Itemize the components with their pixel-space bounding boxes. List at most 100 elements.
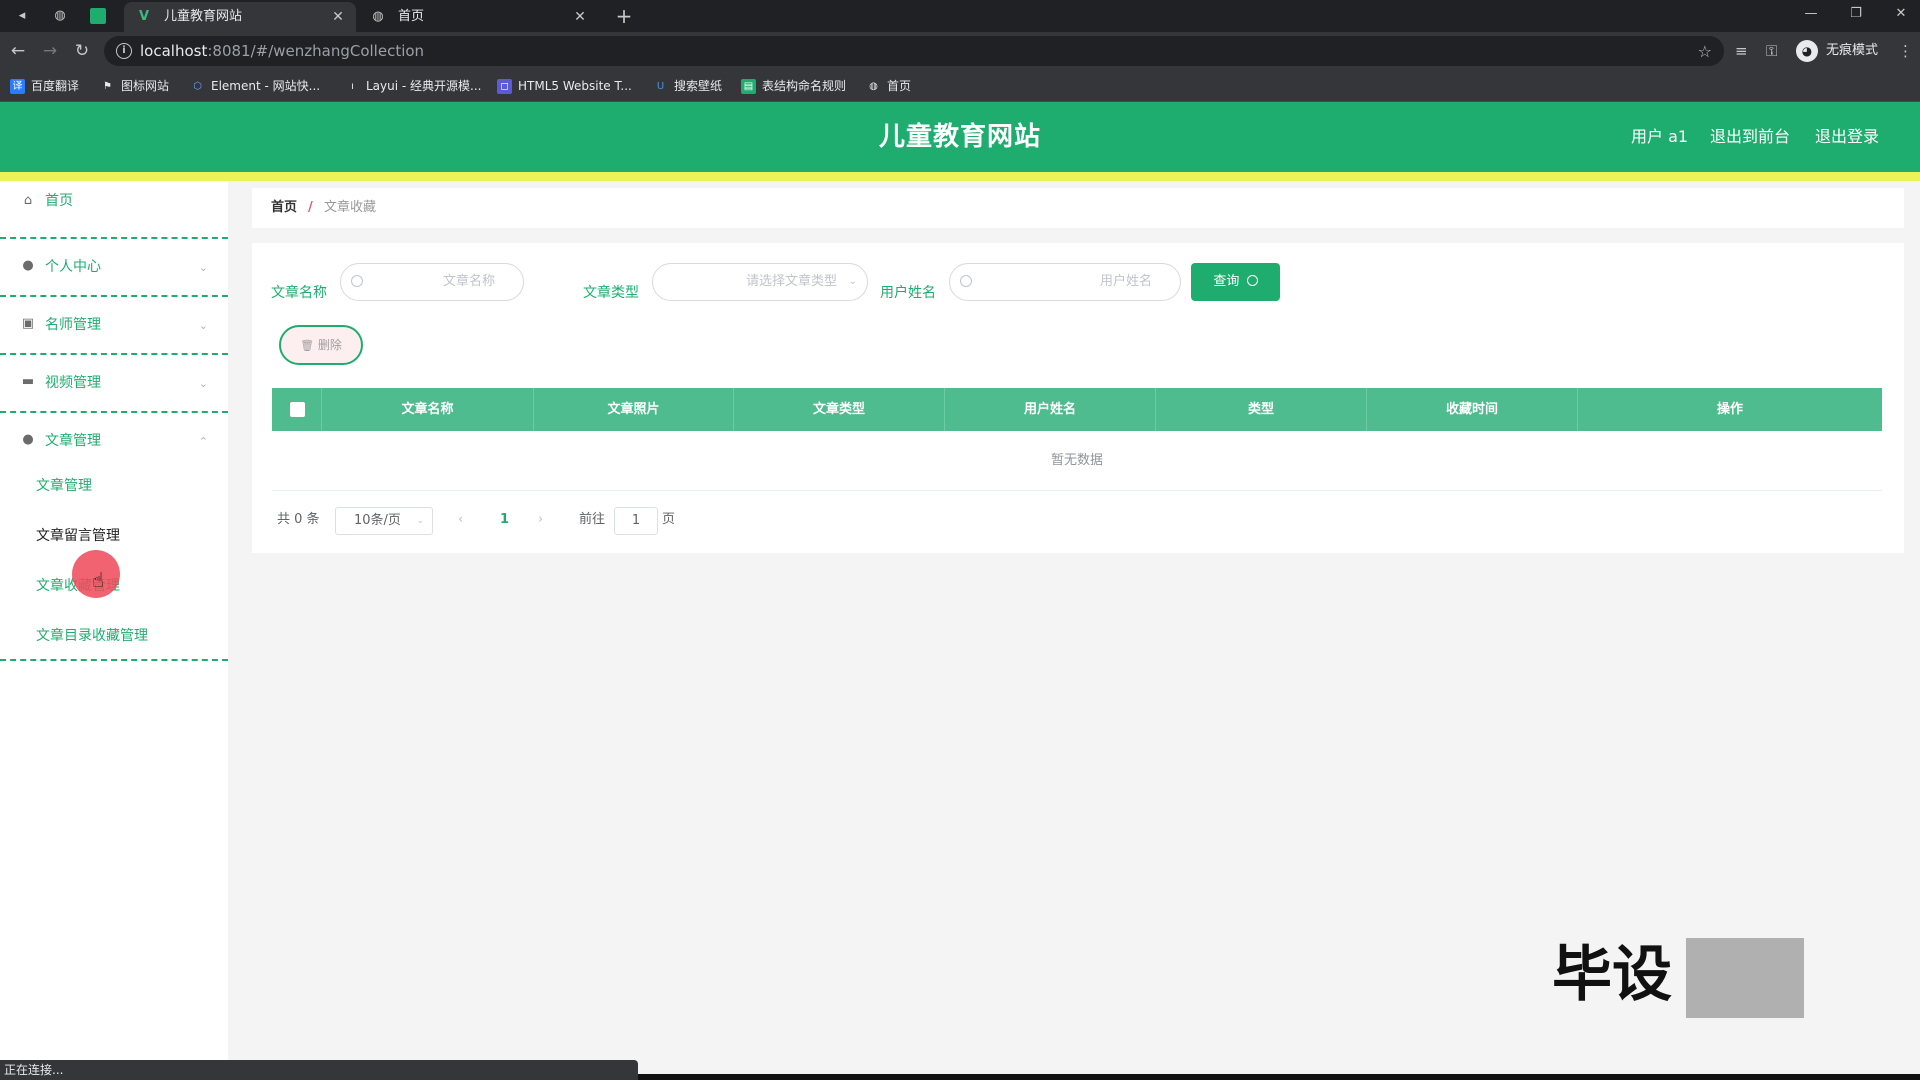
forward-icon[interactable]: → <box>40 41 60 61</box>
bookmark-item[interactable]: ⬡ Element - 网站快... <box>190 70 320 102</box>
person-icon: ● <box>22 432 34 447</box>
window-close-icon[interactable]: ✕ <box>1886 4 1916 24</box>
tab-title: 首页 <box>398 9 425 24</box>
column-header[interactable]: 类型 <box>1156 388 1367 431</box>
info-icon[interactable]: i <box>116 43 132 59</box>
sidebar-item-personal-center[interactable]: ● 个人中心 ⌄ <box>0 239 228 297</box>
article-type-label: 文章类型 <box>583 285 639 301</box>
element-icon: ⬡ <box>193 81 202 92</box>
url-text: localhost:8081/#/wenzhangCollection <box>140 42 425 60</box>
app-header: 儿童教育网站 用户 a1 退出到前台 退出登录 <box>0 102 1920 172</box>
table-header: 文章名称 文章照片 文章类型 用户姓名 类型 收藏时间 操作 <box>272 388 1882 431</box>
globe-icon: ◍ <box>372 9 384 24</box>
column-header[interactable]: 文章名称 <box>322 388 534 431</box>
table-empty-text: 暂无数据 <box>272 431 1882 491</box>
flag-icon: ⚑ <box>103 81 112 92</box>
article-type-select[interactable]: 请选择文章类型 ⌄ <box>652 263 868 301</box>
article-name-label: 文章名称 <box>271 285 327 301</box>
logout-link[interactable]: 退出登录 <box>1815 102 1879 172</box>
browser-address-bar: ← → ↻ i localhost:8081/#/wenzhangCollect… <box>0 32 1920 70</box>
html5-icon: ◻ <box>497 79 512 94</box>
bookmark-item[interactable]: U 搜索壁纸 <box>653 70 722 102</box>
reading-list-icon[interactable]: ≡ <box>1735 41 1748 61</box>
sidebar-item-article-management[interactable]: ● 文章管理 ⌃ <box>0 413 228 471</box>
bookmark-item[interactable]: ⚑ 图标网站 <box>100 70 169 102</box>
speaker-icon[interactable]: ◂ <box>14 8 30 24</box>
sidebar-subitem-article-management[interactable]: 文章管理 <box>36 475 92 495</box>
query-button[interactable]: 查询 <box>1191 263 1280 301</box>
monitor-icon: ▬ <box>21 374 35 389</box>
vue-icon: V <box>138 9 150 24</box>
search-icon <box>960 275 972 287</box>
new-tab-button[interactable]: + <box>612 4 636 28</box>
kebab-menu-icon[interactable]: ⋮ <box>1898 41 1913 61</box>
sidebar-item-home[interactable]: ⌂ 首页 <box>0 181 228 239</box>
chevron-down-icon: ⌄ <box>198 377 208 390</box>
bookmark-item[interactable]: ◍ 首页 <box>866 70 911 102</box>
chevron-up-icon: ⌃ <box>198 435 208 448</box>
column-header[interactable]: 文章照片 <box>534 388 734 431</box>
page-suffix: 页 <box>662 512 676 527</box>
bookmark-item[interactable]: ◻ HTML5 Website T... <box>497 70 632 102</box>
search-icon <box>1246 275 1258 286</box>
sidebar-item-video-management[interactable]: ▬ 视频管理 ⌄ <box>0 355 228 413</box>
translate-icon: 译 <box>10 79 25 94</box>
back-icon[interactable]: ← <box>8 41 28 61</box>
wallpaper-icon: U <box>656 81 665 92</box>
column-header[interactable]: 用户姓名 <box>945 388 1156 431</box>
delete-button[interactable]: 🗑 删除 <box>279 325 363 365</box>
browser-status-bar: 正在连接... <box>0 1060 638 1080</box>
watermark-text: 毕设 <box>1552 940 1672 1010</box>
column-header[interactable]: 文章类型 <box>734 388 945 431</box>
next-page-icon[interactable]: › <box>538 505 543 535</box>
tab-title: 儿童教育网站 <box>164 9 243 24</box>
tab-close-icon[interactable]: ✕ <box>572 2 588 32</box>
exit-to-front-link[interactable]: 退出到前台 <box>1710 102 1790 172</box>
bookmark-item[interactable]: ı Layui - 经典开源模... <box>345 70 481 102</box>
minimize-icon[interactable]: — <box>1796 4 1826 24</box>
goto-page-input[interactable]: 1 <box>614 507 658 535</box>
breadcrumb: 首页 / 文章收藏 <box>252 188 1904 228</box>
bookmark-star-icon[interactable]: ☆ <box>1698 42 1712 61</box>
column-header[interactable]: 收藏时间 <box>1367 388 1578 431</box>
sidebar-item-teacher-management[interactable]: ▣ 名师管理 ⌄ <box>0 297 228 355</box>
person-icon: ● <box>22 258 34 273</box>
breadcrumb-home[interactable]: 首页 <box>271 188 297 228</box>
page-size-select[interactable]: 10条/页 ⌄ <box>335 507 433 535</box>
tab-home[interactable]: ◍ 首页 ✕ <box>358 2 598 32</box>
reload-icon[interactable]: ↻ <box>72 41 92 61</box>
pagination-total: 共 0 条 <box>277 512 320 527</box>
sidebar-subitem-article-comments[interactable]: 文章留言管理 <box>36 525 120 545</box>
column-header[interactable]: 操作 <box>1578 388 1882 431</box>
sidebar-subitem-article-catalog-favorites[interactable]: 文章目录收藏管理 <box>36 625 148 645</box>
chevron-down-icon: ⌄ <box>416 516 424 526</box>
page-number[interactable]: 1 <box>500 505 509 535</box>
sidebar-divider <box>0 659 228 661</box>
bookmark-item[interactable]: 译百度翻译 <box>10 70 79 102</box>
sidebar: ⌂ 首页 ● 个人中心 ⌄ ▣ 名师管理 ⌄ ▬ 视频管理 ⌄ ● 文章管理 ⌃… <box>0 181 228 1061</box>
bookmark-item[interactable]: ▤ 表结构命名规则 <box>741 70 846 102</box>
trash-icon: 🗑 <box>300 339 315 352</box>
tab-close-icon[interactable]: ✕ <box>330 2 346 32</box>
bottom-edge <box>638 1074 1920 1080</box>
header-accent-line <box>0 172 1920 181</box>
globe-icon[interactable]: ◍ <box>52 8 68 24</box>
chevron-down-icon: ⌄ <box>198 261 208 274</box>
app-tab-icon[interactable] <box>90 8 106 24</box>
url-omnibox[interactable]: i localhost:8081/#/wenzhangCollection ☆ <box>104 36 1724 66</box>
user-name[interactable]: 用户 a1 <box>1631 102 1688 172</box>
select-all-checkbox[interactable] <box>290 402 305 417</box>
home-icon: ⌂ <box>23 193 33 208</box>
layui-icon: ı <box>351 81 354 92</box>
restore-icon[interactable]: ❐ <box>1841 4 1871 24</box>
select-all-cell <box>272 388 322 431</box>
goto-label: 前往 <box>579 512 606 527</box>
user-name-input[interactable]: 用户姓名 <box>949 263 1181 301</box>
tab-active[interactable]: V 儿童教育网站 ✕ <box>124 2 356 32</box>
prev-page-icon[interactable]: ‹ <box>458 505 463 535</box>
article-name-input[interactable]: 文章名称 <box>340 263 524 301</box>
chevron-down-icon: ⌄ <box>848 276 857 287</box>
key-icon[interactable]: ⚿ <box>1766 41 1777 61</box>
incognito-indicator[interactable]: ◕ 无痕模式 <box>1796 38 1878 64</box>
watermark-blur-block <box>1686 938 1804 1018</box>
